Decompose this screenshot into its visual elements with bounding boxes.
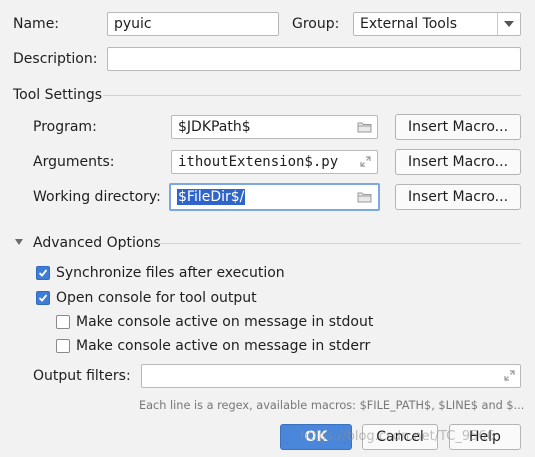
group-select-value: External Tools xyxy=(360,16,458,32)
expand-icon[interactable] xyxy=(359,155,372,168)
arguments-label: Arguments: xyxy=(33,154,115,170)
output-filters-label: Output filters: xyxy=(33,368,131,384)
name-input[interactable]: pyuic xyxy=(107,12,279,36)
output-filters-input[interactable] xyxy=(141,364,521,388)
folder-icon[interactable] xyxy=(357,121,372,133)
arguments-input[interactable]: ithoutExtension$.py xyxy=(171,150,378,174)
description-label: Description: xyxy=(13,51,98,67)
sync-files-label[interactable]: Synchronize files after execution xyxy=(56,264,285,282)
folder-icon[interactable] xyxy=(357,191,372,203)
stderr-active-checkbox[interactable] xyxy=(56,339,70,353)
stdout-active-checkbox[interactable] xyxy=(56,315,70,329)
output-filters-hint: Each line is a regex, available macros: … xyxy=(139,399,525,412)
arguments-insert-macro-button[interactable]: Insert Macro... xyxy=(395,149,521,175)
group-select-divider xyxy=(497,13,498,35)
open-console-label[interactable]: Open console for tool output xyxy=(56,289,257,307)
triangle-down-icon[interactable] xyxy=(14,238,24,246)
description-input[interactable] xyxy=(107,47,521,71)
working-directory-value: $FileDir$/ xyxy=(177,189,246,205)
checkmark-icon xyxy=(38,294,48,302)
checkmark-icon xyxy=(38,269,48,277)
group-label: Group: xyxy=(292,16,340,32)
expand-icon[interactable] xyxy=(503,369,516,382)
program-value: $JDKPath$ xyxy=(178,119,251,135)
working-directory-label: Working directory: xyxy=(33,189,161,205)
tool-settings-title: Tool Settings xyxy=(13,87,103,103)
stderr-active-label[interactable]: Make console active on message in stderr xyxy=(76,337,370,355)
program-label: Program: xyxy=(33,119,97,135)
watermark-text: https://blog.csdn.net/TC_9566 xyxy=(300,429,495,444)
program-insert-macro-button[interactable]: Insert Macro... xyxy=(395,114,521,140)
group-select[interactable]: External Tools xyxy=(353,12,521,36)
chevron-down-icon[interactable] xyxy=(503,19,515,29)
name-label: Name: xyxy=(13,16,60,32)
program-input[interactable]: $JDKPath$ xyxy=(171,115,378,139)
open-console-checkbox[interactable] xyxy=(36,291,50,305)
working-directory-insert-macro-button[interactable]: Insert Macro... xyxy=(395,184,521,210)
sync-files-checkbox[interactable] xyxy=(36,266,50,280)
working-directory-input[interactable]: $FileDir$/ xyxy=(169,183,380,211)
advanced-options-title[interactable]: Advanced Options xyxy=(33,234,161,252)
tool-settings-separator xyxy=(103,95,521,96)
arguments-value: ithoutExtension$.py xyxy=(178,154,339,170)
stdout-active-label[interactable]: Make console active on message in stdout xyxy=(76,313,373,331)
advanced-options-separator xyxy=(158,243,521,244)
